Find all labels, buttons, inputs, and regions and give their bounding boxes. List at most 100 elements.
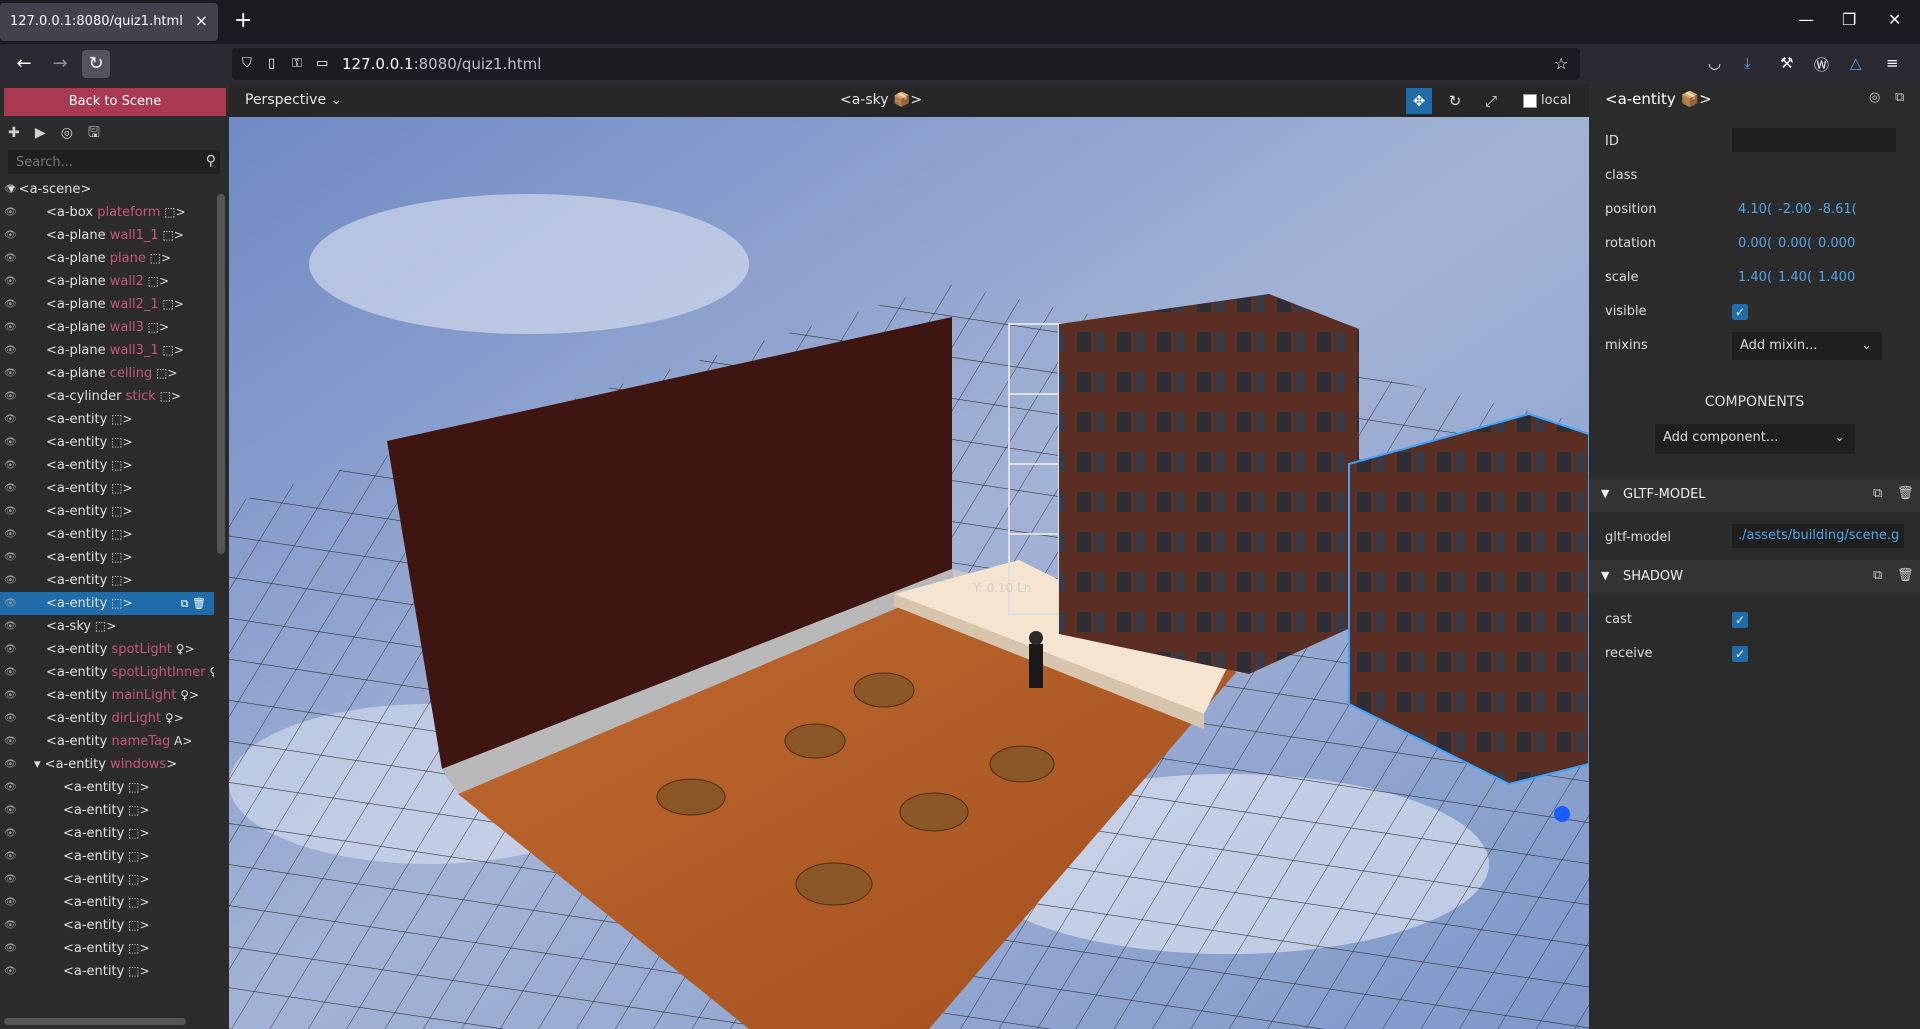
gltf-export-icon[interactable]: ◎ [61,125,73,141]
scene-render[interactable]: Y: 0.10 Ln [229,84,1589,1029]
eye-icon[interactable]: 👁 [4,684,17,707]
eye-icon[interactable]: 👁 [4,546,17,569]
tree-node[interactable]: 👁 <a-entity dirLight ♀> [0,707,214,730]
tree-node[interactable]: 👁 <a-plane wall3_1 ⬚> [0,339,214,362]
eye-icon[interactable]: 👁 [4,247,17,270]
delete-component-icon[interactable]: 🗑 [1897,486,1914,501]
tree-node[interactable]: 👁 ▾ <a-entity windows> [0,753,214,776]
eye-icon[interactable]: 👁 [4,224,17,247]
local-toggle[interactable]: local [1523,93,1571,108]
restore-icon[interactable]: ❐ [1842,10,1856,29]
cast-checkbox[interactable]: ✓ [1732,612,1748,628]
wrench-icon[interactable]: ⚒ [1780,54,1793,72]
tree-node[interactable]: 👁 <a-cylinder stick ⬚> [0,385,214,408]
eye-icon[interactable]: 👁 [4,615,17,638]
tree-node[interactable]: 👁 <a-entity mainLight ♀> [0,684,214,707]
window-close-icon[interactable]: ✕ [1888,10,1901,29]
extension-w-icon[interactable]: Ⓦ [1814,54,1829,75]
eye-icon[interactable]: 👁 [4,937,17,960]
rotation-x[interactable]: 0.00( [1738,236,1772,251]
rotate-icon[interactable]: ↻ [1442,88,1468,114]
tree-node[interactable]: 👁 <a-entity ⬚> [0,408,214,431]
new-tab-icon[interactable]: + [234,8,252,33]
camera-select[interactable]: Perspective ⌄ [245,92,342,108]
scale-z[interactable]: 1.400 [1818,270,1855,285]
page-icon[interactable]: ▯ [268,56,275,71]
copy-entity-icon[interactable]: ⧉ [1895,90,1904,105]
local-checkbox[interactable] [1523,93,1537,108]
eye-icon[interactable]: 👁 [4,339,17,362]
tree-node[interactable]: 👁 <a-entity ⬚> [0,546,214,569]
expand-triangle-icon[interactable]: ▾ [8,182,19,197]
tree-node[interactable]: 👁 <a-entity ⬚> [0,914,214,937]
scale-icon[interactable]: ⤢ [1478,88,1504,114]
receive-checkbox[interactable]: ✓ [1732,646,1748,662]
eye-icon[interactable]: 👁 [4,592,17,615]
eye-icon[interactable]: 👁 [4,385,17,408]
eye-icon[interactable]: 👁 [4,868,17,891]
play-icon[interactable]: ▶ [35,125,46,141]
eye-icon[interactable]: 👁 [4,569,17,592]
tree-node[interactable]: 👁 <a-entity ⬚> [0,454,214,477]
add-component-select[interactable]: Add component... ⌄ [1655,424,1855,454]
eye-icon[interactable]: 👁 [4,500,17,523]
reload-icon[interactable]: ↻ [82,50,110,78]
tree-node[interactable]: 👁 <a-entity ⬚> [0,500,214,523]
tree-node[interactable]: 👁 <a-plane plane ⬚> [0,247,214,270]
eye-icon[interactable]: 👁 [4,960,17,983]
eye-icon[interactable]: 👁 [4,638,17,661]
url-text[interactable]: 127.0.0.1:8080/quiz1.html [342,55,541,73]
shadow-section-header[interactable]: ▼ SHADOW ⧉ 🗑 [1589,560,1920,594]
position-z[interactable]: -8.61( [1818,202,1857,217]
tree-node[interactable]: 👁 <a-entity ⬚> [0,431,214,454]
translate-icon[interactable]: ✥ [1406,88,1432,114]
tree-node[interactable]: 👁 <a-entity spotLightInner ♀> [0,661,214,684]
eye-icon[interactable]: 👁 [4,408,17,431]
eye-icon[interactable]: 👁 [4,799,17,822]
scale-y[interactable]: 1.40( [1778,270,1812,285]
eye-icon[interactable]: 👁 [4,477,17,500]
tree-node[interactable]: 👁 <a-sky ⬚> [0,615,214,638]
tree-node[interactable]: 👁 ▾ <a-scene> [0,178,214,201]
eye-icon[interactable]: 👁 [4,362,17,385]
eye-icon[interactable]: 👁 [4,293,17,316]
tree-node[interactable]: 👁 <a-box plateform ⬚> [0,201,214,224]
tree-node[interactable]: 👁 <a-entity ⬚> [0,477,214,500]
gltf-icon[interactable]: ◎ [1869,90,1880,105]
eye-icon[interactable]: 👁 [4,431,17,454]
back-to-scene-button[interactable]: Back to Scene [4,88,226,116]
id-input[interactable] [1732,128,1896,152]
tree-node[interactable]: 👁 <a-plane wall2 ⬚> [0,270,214,293]
tree-node[interactable]: 👁 <a-entity ⬚> [0,960,214,983]
gizmo-handle[interactable] [1554,806,1570,822]
gltf-model-input[interactable]: ./assets/building/scene.g [1732,524,1904,548]
gltf-model-section-header[interactable]: ▼ GLTF-MODEL ⧉ 🗑 [1589,478,1920,512]
position-y[interactable]: -2.00 [1778,202,1812,217]
eye-icon[interactable]: 👁 [4,523,17,546]
tree-node[interactable]: 👁 <a-entity ⬚> [0,868,214,891]
eye-icon[interactable]: 👁 [4,730,17,753]
tree-node[interactable]: 👁 <a-entity spotLight ♀> [0,638,214,661]
copy-component-icon[interactable]: ⧉ [1873,486,1882,501]
eye-icon[interactable]: 👁 [4,891,17,914]
extension-a-icon[interactable]: △ [1850,54,1862,72]
tree-node[interactable]: 👁 <a-entity ⬚> [0,891,214,914]
tree-node[interactable]: 👁 <a-entity ⬚> [0,799,214,822]
pocket-icon[interactable]: ◡ [1708,54,1721,72]
eye-icon[interactable]: 👁 [4,201,17,224]
back-icon[interactable]: ← [10,50,38,78]
mixins-select[interactable]: Add mixin... ⌄ [1732,332,1882,360]
url-bar[interactable]: ⛉ ▯ ⚿ ▭ 127.0.0.1:8080/quiz1.html ☆ [232,48,1580,80]
3d-viewport[interactable]: Y: 0.10 Ln Perspective ⌄ <a-sky 📦> ✥ ↻ ⤢… [229,84,1589,1029]
eye-icon[interactable]: 👁 [4,270,17,293]
rotation-y[interactable]: 0.00( [1778,236,1812,251]
tree-vertical-scrollbar[interactable] [217,194,225,554]
tree-node[interactable]: 👁 <a-plane wall3 ⬚> [0,316,214,339]
tab-close-icon[interactable]: × [195,11,208,30]
tree-node[interactable]: 👁 <a-plane wall2_1 ⬚> [0,293,214,316]
tree-node[interactable]: 👁 <a-entity ⬚> [0,776,214,799]
permissions-icon[interactable]: ⚿ [292,56,302,71]
add-entity-icon[interactable]: ✚ [8,125,20,141]
collapse-triangle-icon[interactable]: ▼ [1601,487,1609,500]
minimize-icon[interactable]: — [1798,10,1814,29]
